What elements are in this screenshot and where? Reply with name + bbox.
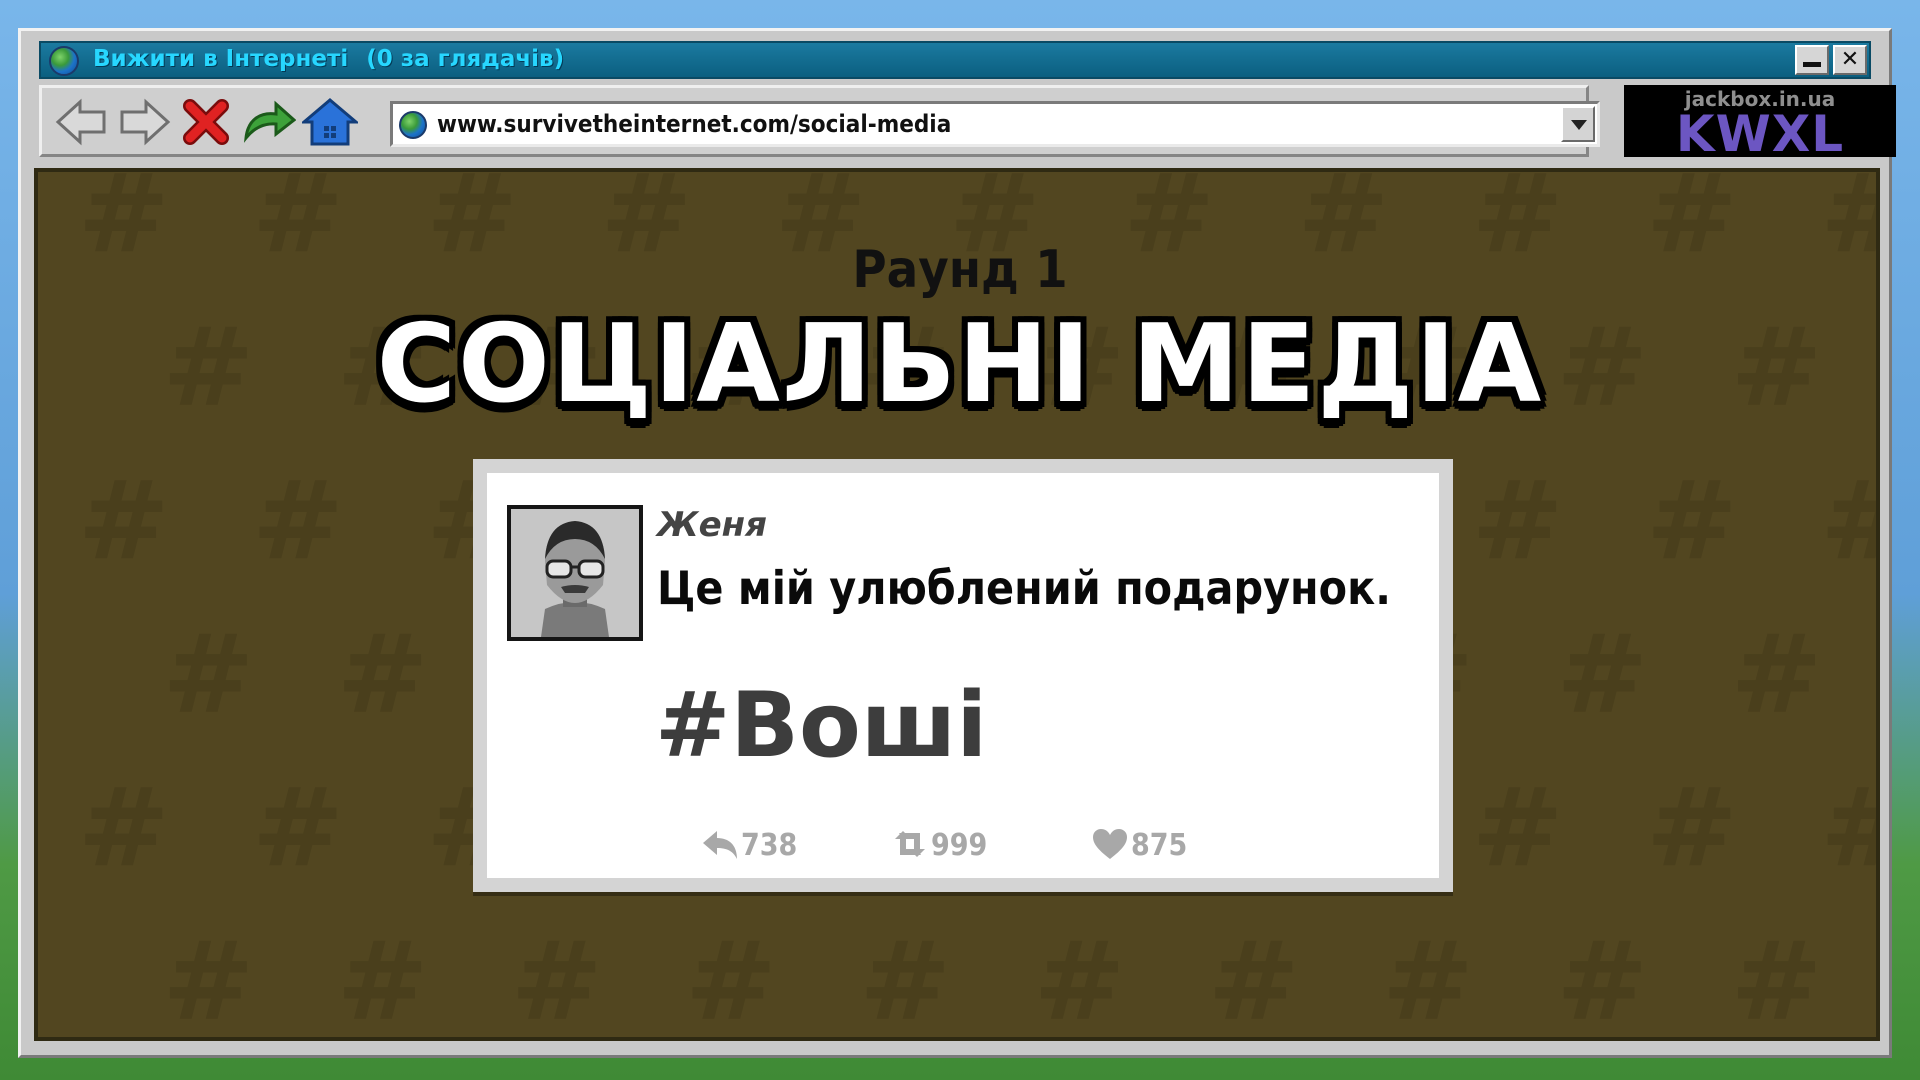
hashtag-pattern-mark: # — [1556, 918, 1648, 1037]
hashtag-pattern-mark: # — [1820, 765, 1876, 892]
retweet-stat: 999 — [891, 827, 987, 863]
kwxl-logo: KWXL — [1675, 105, 1845, 163]
hashtag-pattern-mark: # — [1034, 918, 1126, 1037]
like-count: 875 — [1131, 828, 1188, 863]
reply-stat: 738 — [701, 827, 797, 863]
stop-x-icon[interactable] — [178, 96, 234, 148]
forward-arrow-icon[interactable] — [116, 96, 172, 148]
hashtag-pattern-mark: # — [78, 765, 170, 892]
url-text[interactable]: www.survivetheinternet.com/social-media — [437, 110, 951, 138]
hashtag-pattern-mark: # — [1556, 611, 1648, 738]
globe-icon — [49, 46, 79, 76]
hashtag-pattern-mark: # — [1208, 918, 1300, 1037]
post-text: Це мій улюблений подарунок. — [657, 561, 1391, 615]
avatar — [507, 505, 643, 641]
home-icon[interactable] — [299, 96, 361, 148]
refresh-arrow-icon[interactable] — [240, 96, 297, 148]
retweet-icon — [895, 831, 925, 857]
post-body: Женя Це мій улюблений подарунок. #Boші 7… — [487, 473, 1439, 878]
logo-panel: jackbox.in.ua KWXL — [1624, 85, 1896, 163]
hashtag-pattern-mark: # — [252, 765, 344, 892]
hashtag-pattern-mark: # — [1472, 765, 1564, 892]
close-icon: ✕ — [1840, 47, 1860, 72]
category-title: СОЦІАЛЬНІ МЕДІА — [376, 302, 1544, 427]
hashtag-pattern-mark: # — [162, 918, 254, 1037]
close-button[interactable]: ✕ — [1833, 45, 1867, 75]
minimize-icon — [1803, 62, 1821, 67]
heart-icon — [1093, 829, 1127, 859]
reply-arrow-icon — [703, 831, 737, 859]
hashtag-pattern-mark: # — [78, 458, 170, 585]
post-hashtag: #Boші — [655, 673, 988, 778]
chevron-down-icon[interactable] — [1561, 106, 1595, 142]
hashtag-pattern-mark: # — [252, 458, 344, 585]
social-post-card: Женя Це мій улюблений подарунок. #Boші 7… — [473, 459, 1453, 892]
round-label: Раунд 1 — [852, 240, 1068, 300]
hashtag-pattern-mark: # — [1472, 458, 1564, 585]
like-stat: 875 — [1091, 827, 1187, 863]
window-title: Вижити в Інтернеті (0 за глядачів) — [93, 46, 564, 72]
hashtag-pattern-mark: # — [1731, 611, 1823, 738]
globe-icon — [399, 111, 427, 139]
app-title: Вижити в Інтернеті — [93, 46, 349, 72]
hashtag-pattern-mark: # — [859, 918, 951, 1037]
reply-count: 738 — [741, 828, 798, 863]
hashtag-pattern-mark: # — [337, 918, 429, 1037]
hashtag-pattern-mark: # — [1820, 458, 1876, 585]
hashtag-pattern-mark: # — [511, 918, 603, 1037]
browser-toolbar: www.survivetheinternet.com/social-media — [39, 85, 1600, 157]
hashtag-pattern-mark: # — [337, 611, 429, 738]
hashtag-pattern-mark: # — [1646, 765, 1738, 892]
minimize-button[interactable] — [1795, 45, 1829, 75]
back-arrow-icon[interactable] — [54, 96, 110, 148]
hashtag-pattern-mark: # — [685, 918, 777, 1037]
title-bar: Вижити в Інтернеті (0 за глядачів) ✕ — [39, 41, 1871, 79]
hashtag-pattern-mark: # — [1646, 458, 1738, 585]
viewer-count: (0 за глядачів) — [366, 46, 565, 72]
post-username: Женя — [657, 505, 768, 545]
avatar-image — [511, 509, 639, 637]
hashtag-pattern-mark: # — [1382, 918, 1474, 1037]
retweet-count: 999 — [931, 828, 988, 863]
address-bar[interactable]: www.survivetheinternet.com/social-media — [390, 101, 1600, 147]
hashtag-pattern-mark: # — [162, 611, 254, 738]
hashtag-pattern-mark: # — [1731, 918, 1823, 1037]
